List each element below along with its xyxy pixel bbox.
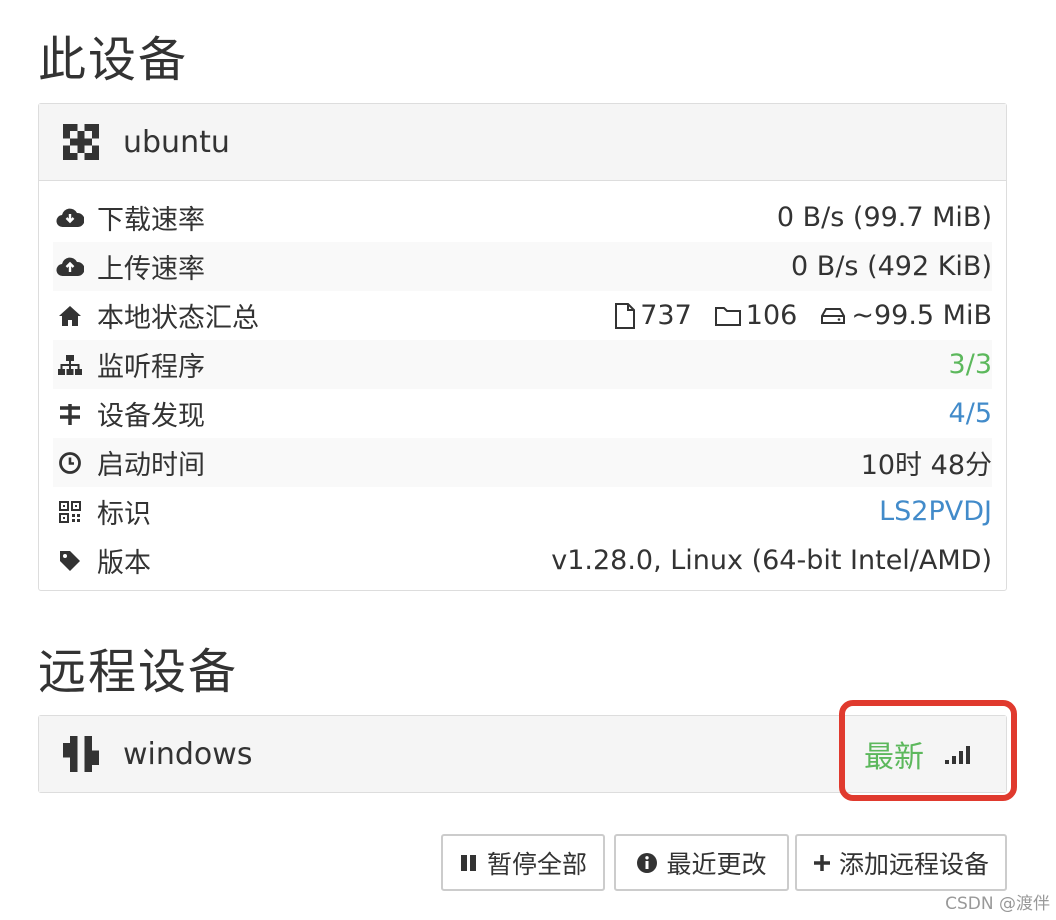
remote-device-name: windows: [123, 736, 253, 772]
highlight-annotation: [839, 700, 1017, 801]
sitemap-icon: [55, 350, 85, 380]
this-device-name: ubuntu: [123, 124, 230, 160]
row-label: 标识: [97, 499, 151, 530]
row-label: 版本: [97, 548, 151, 579]
cloud-download-icon: [55, 203, 85, 233]
size-value: ~99.5 MiB: [851, 300, 992, 331]
pause-all-button[interactable]: 暂停全部: [441, 834, 605, 891]
file-icon: [615, 302, 636, 329]
row-label: 设备发现: [97, 401, 205, 432]
local-state-value: 737 106 ~99.5 MiB: [614, 300, 992, 331]
row-listeners: 监听程序 3/3: [53, 340, 992, 389]
row-version: 版本 v1.28.0, Linux (64-bit Intel/AMD): [53, 536, 992, 585]
row-upload-rate: 上传速率 0 B/s (492 KiB): [53, 242, 992, 291]
add-remote-device-button[interactable]: 添加远程设备: [795, 834, 1007, 891]
files-stat: 737: [614, 300, 692, 331]
add-remote-label: 添加远程设备: [838, 849, 989, 879]
uptime-value: 10时 48分: [860, 450, 992, 481]
download-rate-value: 0 B/s (99.7 MiB): [776, 202, 992, 233]
row-label: 本地状态汇总: [97, 303, 259, 334]
tag-icon: [55, 546, 85, 576]
row-download-rate: 下载速率 0 B/s (99.7 MiB): [53, 193, 992, 242]
qrcode-icon: [55, 497, 85, 527]
row-uptime: 启动时间 10时 48分: [53, 438, 992, 487]
this-device-title: 此设备: [38, 32, 189, 88]
listeners-value[interactable]: 3/3: [949, 349, 992, 380]
device-id-value[interactable]: LS2PVDJ: [879, 496, 992, 527]
remote-devices-title: 远程设备: [38, 644, 239, 700]
row-label: 上传速率: [97, 254, 205, 285]
row-identification: 标识 LS2PVDJ: [53, 487, 992, 536]
pause-all-label: 暂停全部: [486, 849, 587, 879]
recent-changes-button[interactable]: 最近更改: [614, 834, 789, 891]
info-circle-icon: [636, 852, 658, 874]
this-device-panel: ubuntu 下载速率 0 B/s (99.7 MiB) 上传速率 0 B/s …: [38, 103, 1007, 591]
watermark: CSDN @渡伴: [945, 894, 1050, 914]
row-label: 启动时间: [97, 450, 205, 481]
folder-icon: [714, 306, 741, 326]
device-identicon-icon: [63, 124, 99, 160]
row-label: 监听程序: [97, 352, 205, 383]
device-identicon-icon: [63, 736, 99, 772]
folders-count: 106: [745, 300, 798, 331]
row-discovery: 设备发现 4/5: [53, 389, 992, 438]
size-stat: ~99.5 MiB: [819, 300, 992, 331]
plus-icon: [813, 854, 831, 872]
hdd-icon: [821, 307, 846, 324]
this-device-heading[interactable]: ubuntu: [39, 104, 1006, 181]
row-label: 下载速率: [97, 205, 205, 236]
cloud-upload-icon: [55, 252, 85, 282]
clock-icon: [55, 448, 85, 478]
signpost-icon: [55, 399, 85, 429]
home-icon: [55, 301, 85, 331]
discovery-value[interactable]: 4/5: [949, 398, 992, 429]
folders-stat: 106: [714, 300, 798, 331]
row-local-state: 本地状态汇总 737 106 ~99.5 MiB: [53, 291, 992, 340]
recent-changes-label: 最近更改: [666, 849, 767, 879]
version-value: v1.28.0, Linux (64-bit Intel/AMD): [551, 545, 992, 576]
pause-icon: [459, 853, 479, 873]
files-count: 737: [640, 300, 692, 331]
upload-rate-value: 0 B/s (492 KiB): [791, 251, 992, 282]
